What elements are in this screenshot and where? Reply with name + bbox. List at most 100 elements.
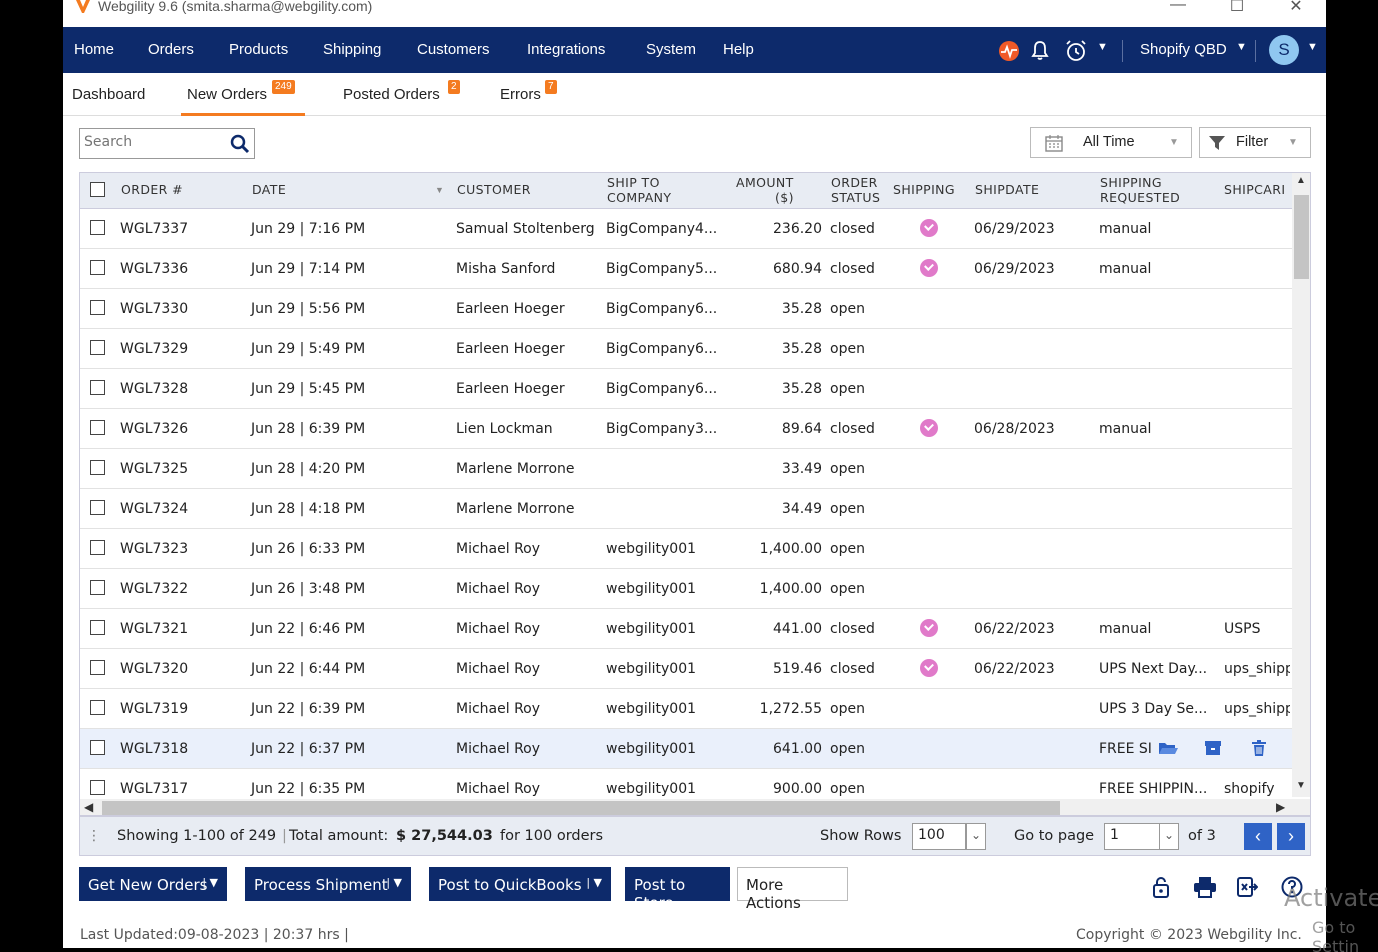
nav-home[interactable]: Home bbox=[74, 41, 114, 58]
close-button[interactable]: ✕ bbox=[1281, 0, 1311, 16]
select-all-checkbox[interactable] bbox=[90, 182, 105, 197]
order-number[interactable]: WGL7330 bbox=[120, 301, 188, 317]
order-number[interactable]: WGL7324 bbox=[120, 501, 188, 517]
row-checkbox[interactable] bbox=[90, 420, 105, 435]
order-number[interactable]: WGL7329 bbox=[120, 341, 188, 357]
row-checkbox[interactable] bbox=[90, 340, 105, 355]
filter-button[interactable]: Filter ▼ bbox=[1199, 127, 1311, 158]
table-row[interactable]: WGL7329 Jun 29 | 5:49 PM Earleen Hoeger Big… bbox=[80, 329, 1292, 369]
row-checkbox[interactable] bbox=[90, 460, 105, 475]
col-shipping[interactable]: SHIPPING bbox=[893, 183, 955, 197]
order-number[interactable]: WGL7319 bbox=[120, 701, 188, 717]
scroll-up-icon[interactable]: ▲ bbox=[1296, 175, 1306, 186]
drag-handle-icon[interactable]: ⋮ bbox=[87, 827, 101, 844]
scroll-thumb[interactable] bbox=[1294, 195, 1309, 279]
unlock-icon[interactable] bbox=[1151, 876, 1171, 898]
table-row[interactable]: WGL7326 Jun 28 | 6:39 PM Lien Lockman BigCo… bbox=[80, 409, 1292, 449]
show-rows-select[interactable]: 100 bbox=[912, 823, 966, 850]
post-quickbooks-button[interactable]: Post to QuickBooks | ▼ bbox=[429, 867, 611, 901]
chevron-down-icon[interactable]: | ▼ bbox=[586, 876, 602, 889]
get-new-orders-button[interactable]: Get New Orders | ▼ bbox=[79, 867, 227, 901]
sort-desc-icon[interactable]: ▼ bbox=[435, 185, 444, 195]
order-number[interactable]: WGL7318 bbox=[120, 741, 188, 757]
table-row[interactable]: WGL7322 Jun 26 | 3:48 PM Michael Roy webgil… bbox=[80, 569, 1292, 609]
scroll-left-icon[interactable]: ◀ bbox=[84, 800, 93, 814]
nav-shipping[interactable]: Shipping bbox=[323, 41, 381, 58]
order-number[interactable]: WGL7325 bbox=[120, 461, 188, 477]
time-filter-dropdown[interactable]: All Time ▼ bbox=[1030, 127, 1192, 158]
process-shipment-button[interactable]: Process Shipment | ▼ bbox=[245, 867, 411, 901]
row-checkbox[interactable] bbox=[90, 540, 105, 555]
more-actions-button[interactable]: More Actions bbox=[737, 867, 848, 912]
col-shipdate[interactable]: SHIPDATE bbox=[975, 183, 1039, 197]
order-number[interactable]: WGL7317 bbox=[120, 781, 188, 797]
bell-icon[interactable] bbox=[1030, 39, 1050, 61]
nav-orders[interactable]: Orders bbox=[148, 41, 194, 58]
table-row[interactable]: WGL7319 Jun 22 | 6:39 PM Michael Roy webgil… bbox=[80, 689, 1292, 729]
order-number[interactable]: WGL7337 bbox=[120, 221, 188, 237]
goto-page-input[interactable]: 1 bbox=[1104, 823, 1160, 850]
chevron-down-icon[interactable]: | ▼ bbox=[202, 876, 218, 889]
prev-page-button[interactable]: ‹ bbox=[1244, 823, 1272, 850]
table-row[interactable]: WGL7318 Jun 22 | 6:37 PM Michael Roy webgil… bbox=[80, 729, 1292, 769]
chevron-down-icon[interactable]: ▼ bbox=[1236, 41, 1247, 53]
store-selector[interactable]: Shopify QBD bbox=[1140, 41, 1227, 58]
row-checkbox[interactable] bbox=[90, 580, 105, 595]
col-shipcarrier[interactable]: SHIPCARI bbox=[1224, 183, 1290, 197]
row-checkbox[interactable] bbox=[90, 780, 105, 795]
table-row[interactable]: WGL7336 Jun 29 | 7:14 PM Misha Sanford BigC… bbox=[80, 249, 1292, 289]
row-checkbox[interactable] bbox=[90, 300, 105, 315]
next-page-button[interactable]: › bbox=[1277, 823, 1305, 850]
order-number[interactable]: WGL7320 bbox=[120, 661, 188, 677]
maximize-button[interactable]: ☐ bbox=[1222, 0, 1252, 16]
col-order[interactable]: ORDER # bbox=[121, 183, 183, 197]
show-rows-dropdown[interactable]: ⌄ bbox=[966, 823, 986, 850]
row-checkbox[interactable] bbox=[90, 660, 105, 675]
search-input[interactable] bbox=[84, 134, 224, 150]
nav-system[interactable]: System bbox=[646, 41, 696, 58]
open-folder-icon[interactable] bbox=[1158, 739, 1178, 757]
nav-integrations[interactable]: Integrations bbox=[527, 41, 605, 58]
table-row[interactable]: WGL7324 Jun 28 | 4:18 PM Marlene Morrone 34… bbox=[80, 489, 1292, 529]
table-row[interactable]: WGL7320 Jun 22 | 6:44 PM Michael Roy webgil… bbox=[80, 649, 1292, 689]
tab-errors[interactable]: Errors bbox=[500, 86, 541, 103]
chevron-down-icon[interactable]: ▼ bbox=[1307, 41, 1318, 53]
scroll-right-icon[interactable]: ▶ bbox=[1276, 800, 1285, 814]
table-row[interactable]: WGL7323 Jun 26 | 6:33 PM Michael Roy webgil… bbox=[80, 529, 1292, 569]
trash-icon[interactable] bbox=[1250, 739, 1270, 757]
table-row[interactable]: WGL7325 Jun 28 | 4:20 PM Marlene Morrone 33… bbox=[80, 449, 1292, 489]
col-date[interactable]: DATE bbox=[252, 183, 286, 197]
order-number[interactable]: WGL7328 bbox=[120, 381, 188, 397]
table-row[interactable]: WGL7337 Jun 29 | 7:16 PM Samual Stoltenber… bbox=[80, 209, 1292, 249]
col-customer[interactable]: CUSTOMER bbox=[457, 183, 531, 197]
row-checkbox[interactable] bbox=[90, 500, 105, 515]
export-icon[interactable] bbox=[1236, 876, 1258, 898]
scroll-thumb[interactable] bbox=[102, 801, 1060, 815]
post-to-store-button[interactable]: Post to Store bbox=[625, 867, 730, 912]
table-row[interactable]: WGL7330 Jun 29 | 5:56 PM Earleen Hoeger Big… bbox=[80, 289, 1292, 329]
tab-posted-orders[interactable]: Posted Orders bbox=[343, 86, 440, 103]
col-shipping-requested[interactable]: SHIPPING bbox=[1100, 176, 1162, 190]
chevron-down-icon[interactable]: ▼ bbox=[1097, 41, 1108, 53]
alarm-clock-icon[interactable] bbox=[1064, 39, 1088, 63]
order-number[interactable]: WGL7321 bbox=[120, 621, 188, 637]
print-icon[interactable] bbox=[1193, 876, 1217, 898]
col-order-status[interactable]: ORDER bbox=[831, 176, 878, 190]
row-checkbox[interactable] bbox=[90, 700, 105, 715]
col-amount[interactable]: AMOUNT bbox=[736, 176, 794, 190]
nav-products[interactable]: Products bbox=[229, 41, 288, 58]
horizontal-scrollbar[interactable]: ◀ ▶ bbox=[80, 799, 1310, 815]
minimize-button[interactable]: — bbox=[1163, 0, 1193, 14]
scroll-down-icon[interactable]: ▼ bbox=[1296, 780, 1306, 791]
nav-customers[interactable]: Customers bbox=[417, 41, 490, 58]
order-number[interactable]: WGL7336 bbox=[120, 261, 188, 277]
tab-dashboard[interactable]: Dashboard bbox=[72, 86, 145, 103]
vertical-scrollbar[interactable]: ▲ ▼ bbox=[1292, 173, 1310, 797]
chevron-down-icon[interactable]: | ▼ bbox=[386, 876, 402, 889]
goto-page-dropdown[interactable]: ⌄ bbox=[1159, 823, 1179, 850]
table-row[interactable]: WGL7328 Jun 29 | 5:45 PM Earleen Hoeger Big… bbox=[80, 369, 1292, 409]
table-row[interactable]: WGL7321 Jun 22 | 6:46 PM Michael Roy webgil… bbox=[80, 609, 1292, 649]
order-number[interactable]: WGL7323 bbox=[120, 541, 188, 557]
archive-icon[interactable] bbox=[1204, 739, 1224, 757]
row-checkbox[interactable] bbox=[90, 380, 105, 395]
